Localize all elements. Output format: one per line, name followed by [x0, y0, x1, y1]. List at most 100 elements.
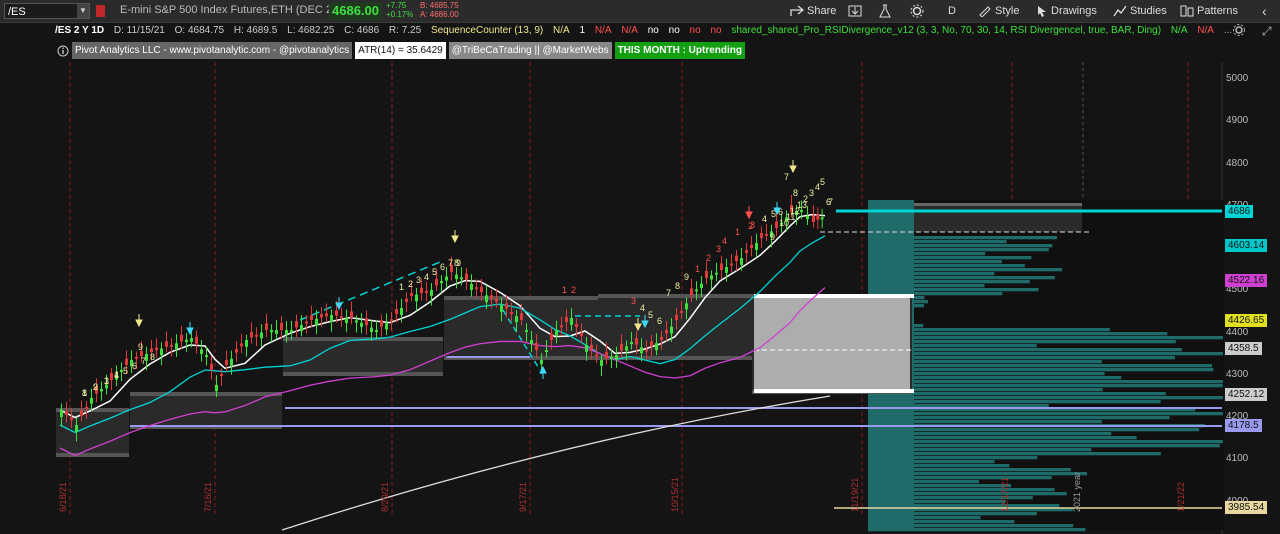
candle [705, 271, 708, 278]
candle [340, 316, 343, 319]
volume-profile-bar [868, 352, 1223, 356]
candle [490, 295, 493, 299]
down-arrow-icon [186, 322, 194, 336]
candle [610, 356, 613, 359]
volume-profile-bar [868, 384, 1223, 388]
candle [85, 406, 88, 409]
sequence-count-label: 3 [750, 220, 755, 230]
candle [110, 373, 113, 380]
down-arrow-icon [745, 206, 753, 220]
candle [565, 316, 568, 322]
candle [460, 277, 463, 280]
candle [445, 276, 448, 281]
price-tag: 4358.5 [1225, 342, 1262, 355]
up-arrow-icon [539, 365, 547, 379]
date-label: 7/16/21 [203, 482, 213, 512]
date-label: 9/17/21 [518, 482, 528, 512]
candle [405, 298, 408, 302]
candle [765, 233, 768, 236]
candle [390, 319, 393, 322]
date-label: 1/21/22 [1176, 482, 1186, 512]
candle [820, 217, 824, 220]
candle [410, 293, 413, 296]
sequence-count-label: 4 [640, 303, 645, 313]
candle [235, 349, 238, 353]
candle [70, 417, 73, 420]
candle [480, 286, 483, 292]
candle [90, 398, 93, 404]
candle [275, 330, 278, 334]
candle [135, 356, 138, 359]
volume-profile-bar [868, 444, 1220, 448]
candle [665, 330, 668, 334]
candle [690, 288, 693, 295]
sequence-count-label: 8 [82, 388, 87, 398]
sequence-count-label: 9 [138, 342, 143, 352]
candle [580, 332, 583, 336]
candle [270, 330, 273, 333]
candle [465, 273, 468, 280]
sequence-count-label: 5 [820, 177, 825, 187]
candle [700, 283, 703, 288]
candle [220, 373, 223, 376]
pivot-zone-top [444, 296, 600, 300]
price-chart[interactable]: 1234 5 6 7 891 2 3 4 5 6 7 891 2345678912341234 5 6789… [0, 0, 1280, 534]
candle [525, 330, 528, 332]
sequence-count-label: 1 [399, 282, 404, 292]
price-axis-label: 4900 [1226, 115, 1249, 127]
candle [600, 360, 603, 366]
candle [806, 216, 809, 220]
candle [420, 287, 423, 293]
candle [265, 323, 268, 330]
candle [670, 326, 673, 334]
candle [720, 263, 723, 270]
pivot-zone [283, 339, 443, 374]
candle [730, 263, 733, 266]
candle [550, 333, 553, 340]
candle [345, 317, 348, 324]
candle [745, 250, 748, 253]
candle [485, 295, 488, 303]
candle [175, 343, 178, 349]
candle [495, 298, 498, 302]
pivot-zone-top [130, 392, 282, 396]
volume-profile-bar [868, 340, 1176, 344]
sequence-count-label: 6 [657, 316, 662, 326]
sequence-count-label: 1 [114, 370, 119, 380]
candle [475, 287, 478, 290]
sequence-count-label: 8 [675, 281, 680, 291]
candle [160, 348, 163, 356]
sequence-count-label: 4 [722, 236, 727, 246]
sequence-count-label: 2 [803, 194, 808, 204]
date-label: 6/18/21 [58, 482, 68, 512]
sequence-count-label: 4 [762, 214, 767, 224]
down-arrow-icon [789, 160, 797, 174]
date-label: 10/15/21 [670, 477, 680, 512]
candle [400, 308, 403, 315]
candle [750, 244, 753, 248]
candle [320, 314, 323, 318]
candle [170, 344, 173, 347]
candle [640, 347, 643, 354]
candle [330, 315, 333, 322]
candle [370, 327, 373, 333]
candle [240, 343, 243, 347]
candle [816, 214, 820, 220]
candle [775, 221, 778, 228]
sequence-count-label: 1 [104, 376, 109, 386]
candle [515, 316, 518, 323]
sequence-count-label: 8 [793, 188, 798, 198]
candle [395, 308, 398, 314]
volume-profile-bar [868, 428, 1200, 432]
candle [100, 389, 103, 392]
current-pivot-top [754, 294, 914, 298]
candle [255, 334, 258, 337]
candle [725, 267, 728, 273]
candle [540, 360, 543, 365]
candle [675, 314, 678, 320]
candle [605, 351, 608, 359]
volume-profile-bar [868, 364, 1213, 368]
volume-profile-bar [868, 412, 1223, 416]
pivot-zone-bottom [56, 453, 129, 457]
current-pivot-zone [754, 296, 910, 392]
